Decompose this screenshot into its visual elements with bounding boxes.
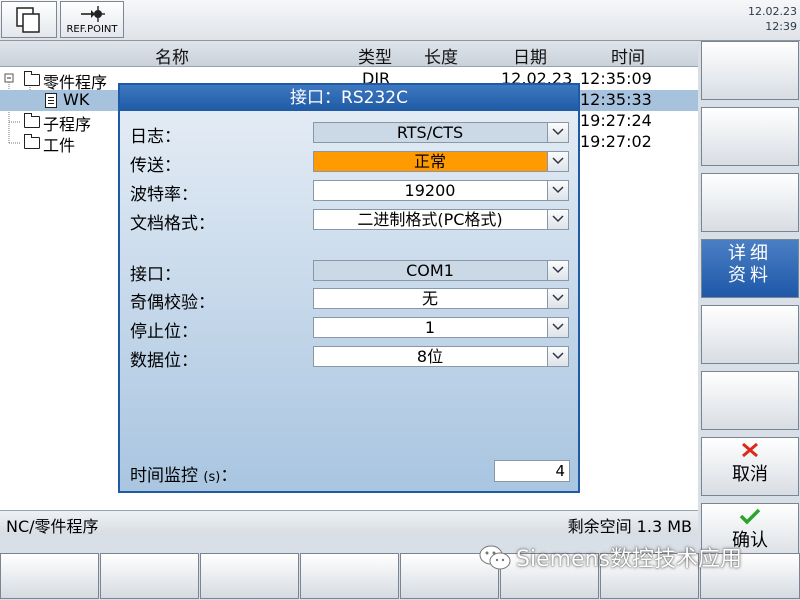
current-path: NC/零件程序 <box>6 517 99 536</box>
watermark-text: Siemens数控技术应用 <box>516 547 742 572</box>
checkmark-icon <box>739 508 761 525</box>
windows-icon <box>16 7 40 33</box>
timeout-unit: (s) <box>203 470 221 485</box>
softkey-bottom-2[interactable] <box>100 553 199 599</box>
port-value: COM1 <box>406 261 454 280</box>
stop-bits-label: 停止位： <box>130 322 198 342</box>
file-format-select[interactable]: 二进制格式(PC格式) <box>313 209 569 230</box>
parity-value: 无 <box>421 289 438 308</box>
folder-icon <box>24 71 40 86</box>
rs232c-interface-dialog: 接口：RS232C 日志： RTS/CTS 传送： 正常 波特率： 19200 … <box>118 83 580 493</box>
transfer-label: 传送： <box>130 156 181 176</box>
details-button[interactable]: 详细 资料 <box>701 239 799 298</box>
parity-select[interactable]: 无 <box>313 288 569 309</box>
ref-point-button[interactable]: REF.POINT <box>60 1 124 38</box>
cancel-x-icon <box>742 442 758 458</box>
folder-icon <box>24 113 40 128</box>
column-date[interactable]: 日期 <box>513 43 547 68</box>
transfer-select[interactable]: 正常 <box>313 151 569 172</box>
baud-rate-value: 19200 <box>404 181 456 200</box>
dialog-title: 接口：RS232C <box>120 85 578 111</box>
stop-bits-value: 1 <box>424 318 436 337</box>
chevron-down-icon[interactable] <box>547 318 568 337</box>
wechat-icon <box>479 545 511 570</box>
status-bar: NC/零件程序 剩余空间 1.3 MB <box>0 510 698 536</box>
softkey-right-2[interactable] <box>701 107 799 166</box>
chevron-down-icon[interactable] <box>547 347 568 366</box>
parity-label: 奇偶校验： <box>130 293 215 313</box>
softkey-bottom-3[interactable] <box>200 553 299 599</box>
softkey-bottom-1[interactable] <box>0 553 99 599</box>
timeout-colon: ： <box>220 466 238 486</box>
list-header: 名称 类型 长度 日期 时间 <box>0 41 698 68</box>
chevron-down-icon[interactable] <box>547 152 568 171</box>
stop-bits-select[interactable]: 1 <box>313 317 569 338</box>
watermark: Siemens数控技术应用 <box>478 541 742 573</box>
softkey-right-5[interactable] <box>701 305 799 364</box>
data-bits-value: 8位 <box>416 347 444 366</box>
chevron-down-icon[interactable] <box>547 289 568 308</box>
transfer-value: 正常 <box>413 152 446 171</box>
baud-rate-label: 波特率： <box>130 185 198 205</box>
column-type[interactable]: 类型 <box>358 43 392 68</box>
protocol-label: 日志： <box>130 127 181 147</box>
column-time[interactable]: 时间 <box>611 43 645 68</box>
data-bits-label: 数据位： <box>130 351 198 371</box>
details-label-line1: 详细 <box>728 243 772 264</box>
free-space: 剩余空间 1.3 MB <box>567 517 692 536</box>
baud-rate-select[interactable]: 19200 <box>313 180 569 201</box>
folder-icon <box>24 134 40 149</box>
details-label-line2: 资料 <box>728 265 772 286</box>
softkey-bottom-4[interactable] <box>300 553 399 599</box>
chevron-down-icon[interactable] <box>547 123 568 142</box>
data-bits-select[interactable]: 8位 <box>313 346 569 367</box>
chevron-down-icon[interactable] <box>547 181 568 200</box>
item-time: 12:35:09 <box>580 69 652 88</box>
ref-point-label: REF.POINT <box>66 24 118 35</box>
item-name: 工件 <box>43 136 76 155</box>
chevron-down-icon[interactable] <box>547 210 568 229</box>
chevron-down-icon[interactable] <box>547 261 568 280</box>
timeout-text: 时间监控 <box>130 466 198 486</box>
port-select[interactable]: COM1 <box>313 260 569 281</box>
current-date: 12.02.23 <box>748 5 797 18</box>
column-name[interactable]: 名称 <box>155 43 189 68</box>
file-format-label: 文档格式： <box>130 214 215 234</box>
file-icon <box>45 93 57 108</box>
crosshair-icon <box>81 6 105 22</box>
softkey-right-6[interactable] <box>701 371 799 430</box>
cancel-label: 取消 <box>732 464 768 485</box>
item-name: WK <box>63 90 90 109</box>
cancel-button[interactable]: 取消 <box>701 437 799 496</box>
protocol-select[interactable]: RTS/CTS <box>313 122 569 143</box>
window-switch-button[interactable] <box>1 1 57 38</box>
file-format-value: 二进制格式(PC格式) <box>357 210 503 229</box>
date-time-readout: 12.02.23 12:39 <box>748 4 797 34</box>
softkey-right-1[interactable] <box>701 41 799 100</box>
item-time: 12:35:33 <box>580 90 652 109</box>
timeout-input[interactable]: 4 <box>494 460 570 482</box>
item-time: 19:27:02 <box>580 132 652 151</box>
top-bar: REF.POINT 12.02.23 12:39 <box>0 0 800 41</box>
column-length[interactable]: 长度 <box>424 43 458 68</box>
timeout-label: 时间监控 (s)： <box>130 461 237 486</box>
softkey-right-3[interactable] <box>701 173 799 232</box>
protocol-value: RTS/CTS <box>396 123 464 142</box>
current-time: 12:39 <box>765 20 797 33</box>
item-time: 19:27:24 <box>580 111 652 130</box>
port-label: 接口： <box>130 265 181 285</box>
